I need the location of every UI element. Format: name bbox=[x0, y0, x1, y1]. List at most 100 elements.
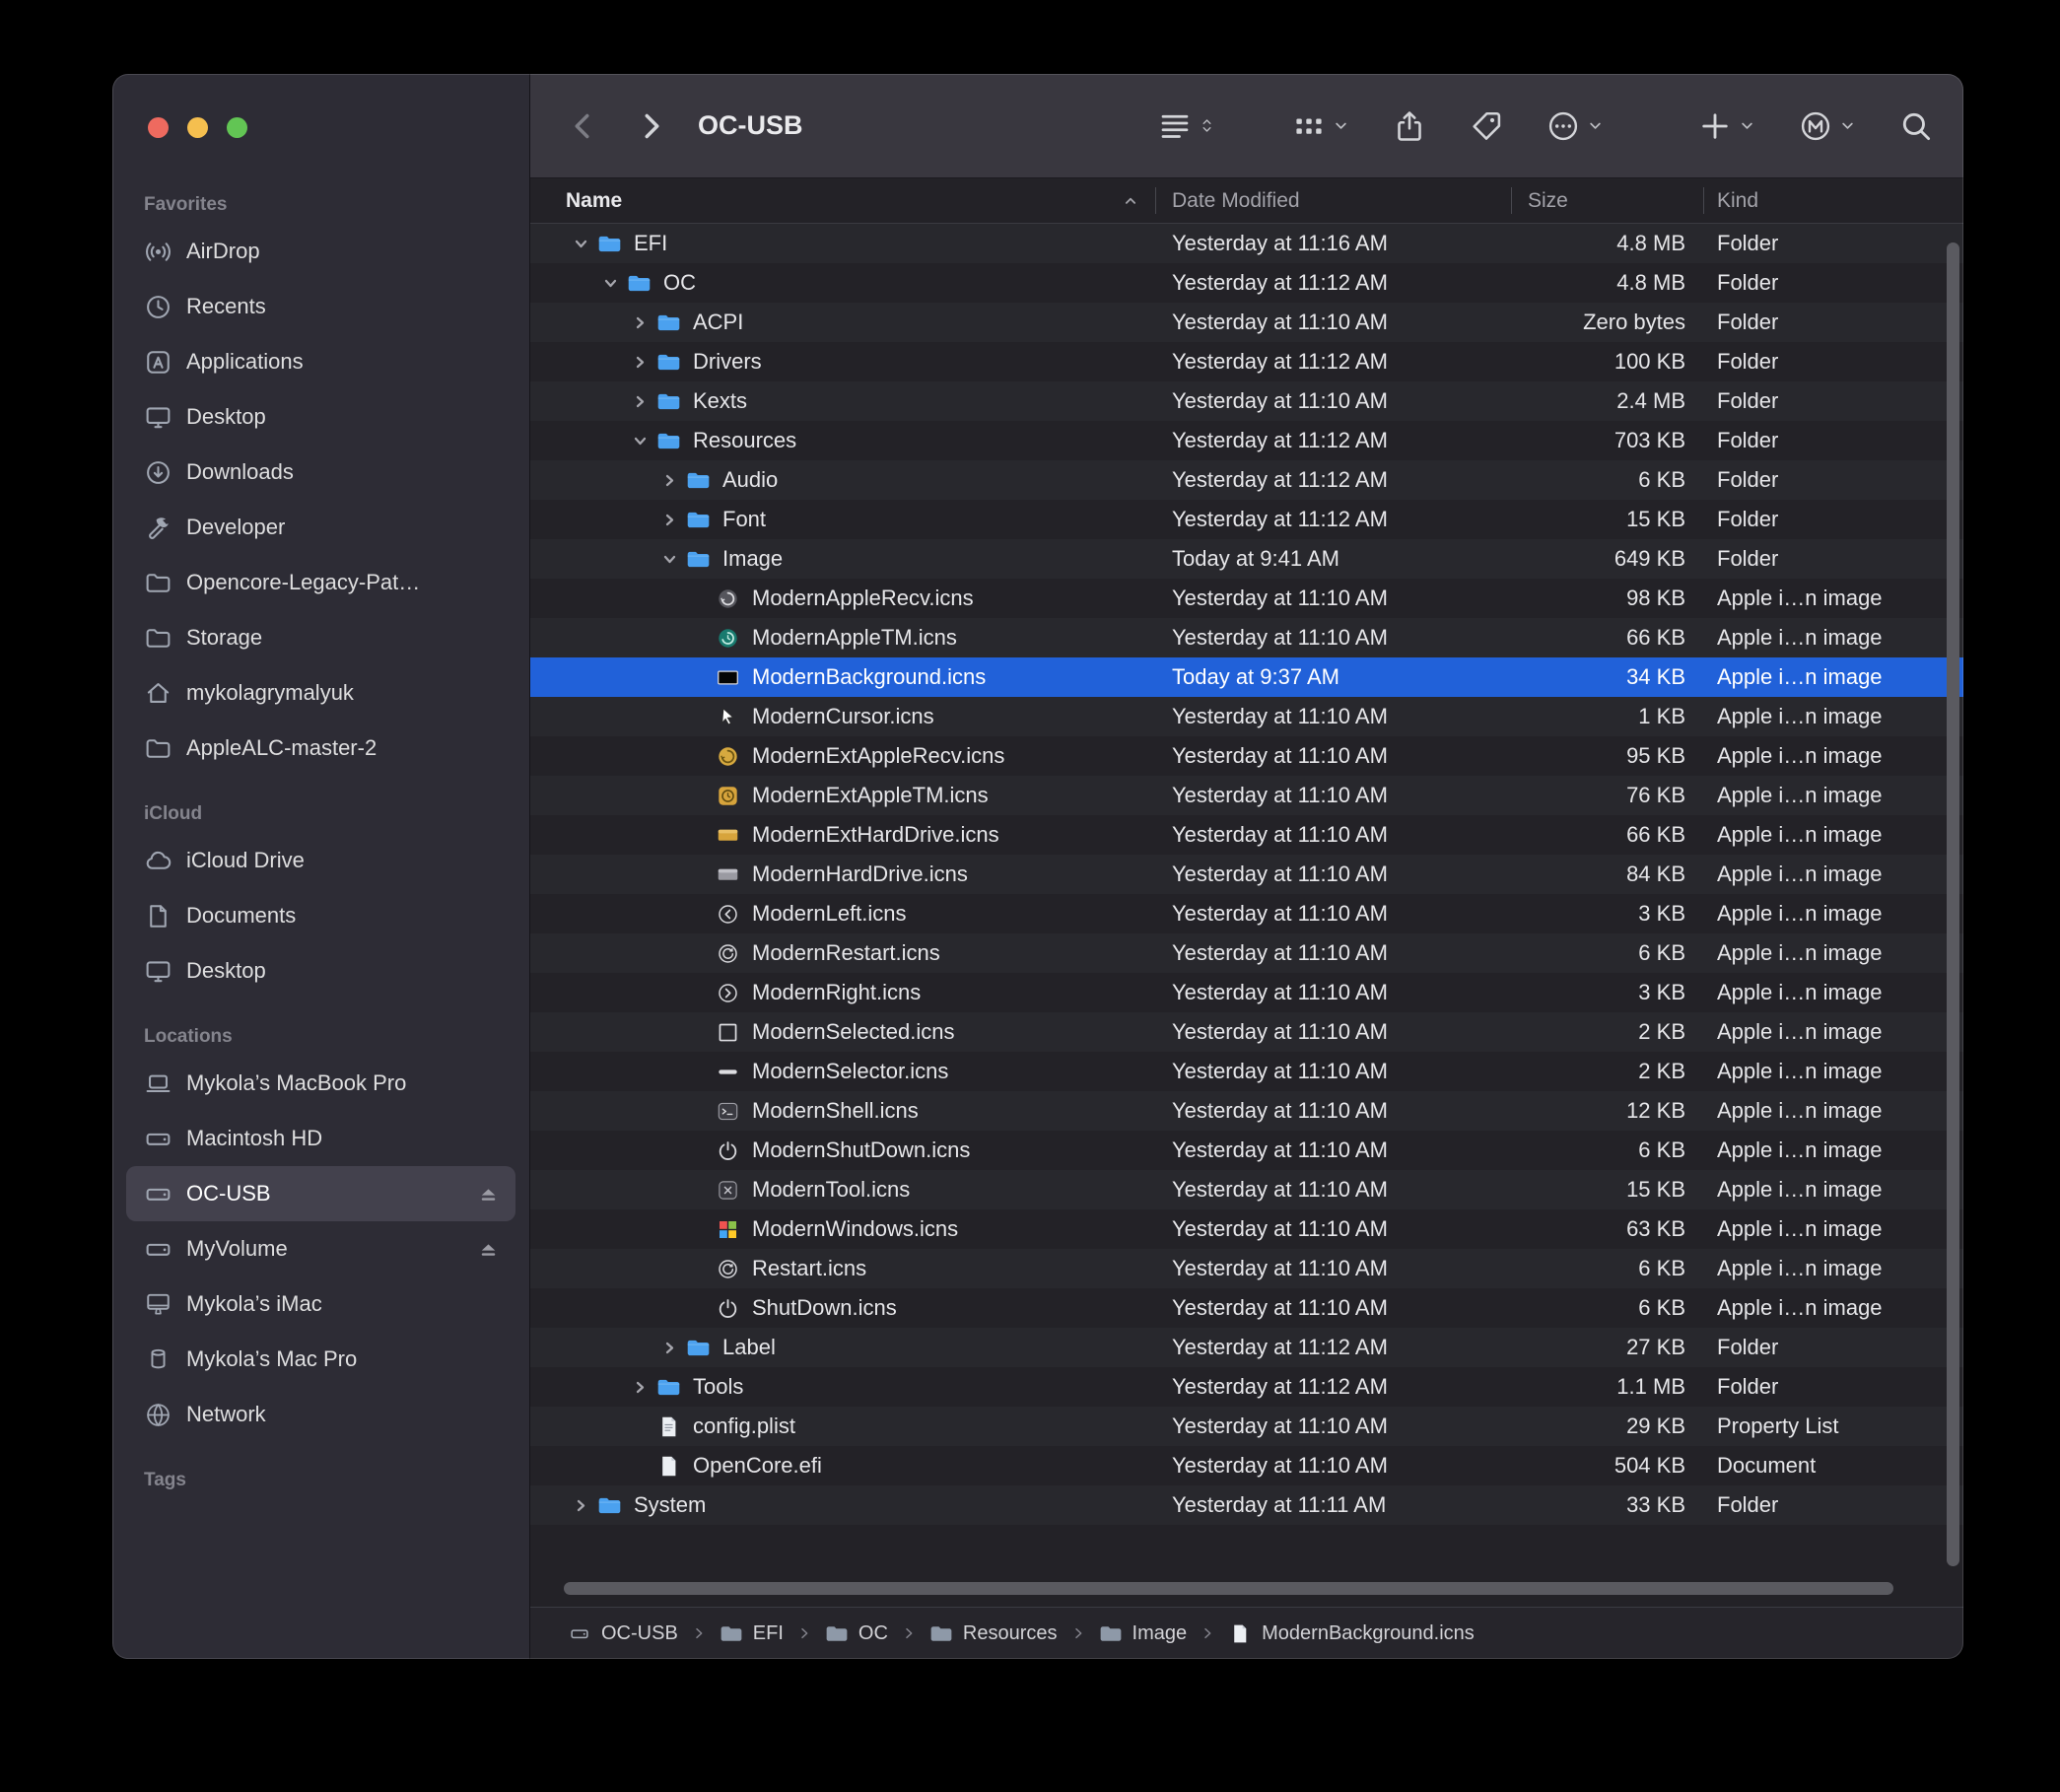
file-row-kexts[interactable]: KextsYesterday at 11:10 AM2.4 MBFolder bbox=[530, 381, 1963, 421]
column-header-kind[interactable]: Kind bbox=[1703, 178, 1963, 223]
sidebar-item-desktop[interactable]: Desktop bbox=[126, 943, 515, 999]
file-row-moderncursor-icns[interactable]: ModernCursor.icnsYesterday at 11:10 AM1 … bbox=[530, 697, 1963, 736]
file-row-font[interactable]: FontYesterday at 11:12 AM15 KBFolder bbox=[530, 500, 1963, 539]
toolbar: OC-USB bbox=[530, 74, 1963, 178]
file-row-modernselector-icns[interactable]: ModernSelector.icnsYesterday at 11:10 AM… bbox=[530, 1052, 1963, 1091]
more-actions-button[interactable] bbox=[1545, 108, 1605, 144]
horizontal-scrollbar[interactable] bbox=[564, 1582, 1893, 1595]
file-row-modernshutdown-icns[interactable]: ModernShutDown.icnsYesterday at 11:10 AM… bbox=[530, 1131, 1963, 1170]
column-header-name[interactable]: Name bbox=[530, 178, 1155, 223]
view-options-button[interactable] bbox=[1157, 108, 1216, 144]
file-row-modernright-icns[interactable]: ModernRight.icnsYesterday at 11:10 AM3 K… bbox=[530, 973, 1963, 1012]
file-row-resources[interactable]: ResourcesYesterday at 11:12 AM703 KBFold… bbox=[530, 421, 1963, 460]
disclosure-closed-icon[interactable] bbox=[654, 500, 684, 539]
sidebar-item-network[interactable]: Network bbox=[126, 1387, 515, 1442]
disclosure-closed-icon[interactable] bbox=[625, 1367, 654, 1407]
account-button[interactable] bbox=[1798, 108, 1857, 144]
file-row-modernextapplerecv-icns[interactable]: ModernExtAppleRecv.icnsYesterday at 11:1… bbox=[530, 736, 1963, 776]
search-button[interactable] bbox=[1898, 108, 1934, 144]
new-item-button[interactable] bbox=[1697, 108, 1756, 144]
file-date-modified: Yesterday at 11:10 AM bbox=[1155, 822, 1511, 848]
forward-button[interactable] bbox=[633, 108, 668, 144]
sidebar-item-macintosh-hd[interactable]: Macintosh HD bbox=[126, 1111, 515, 1166]
file-row-opencore-efi[interactable]: OpenCore.efiYesterday at 11:10 AM504 KBD… bbox=[530, 1446, 1963, 1485]
sidebar-item-storage[interactable]: Storage bbox=[126, 610, 515, 665]
sidebar-item-applealc-master-2[interactable]: AppleALC-master-2 bbox=[126, 721, 515, 776]
path-item-resources[interactable]: Resources bbox=[929, 1622, 1058, 1645]
sidebar-item-myvolume[interactable]: MyVolume bbox=[126, 1221, 515, 1276]
file-name: Image bbox=[722, 546, 783, 572]
file-row-config-plist[interactable]: config.plistYesterday at 11:10 AM29 KBPr… bbox=[530, 1407, 1963, 1446]
sidebar-item-mykola-s-macbook-pro[interactable]: Mykola’s MacBook Pro bbox=[126, 1056, 515, 1111]
close-button[interactable] bbox=[148, 117, 169, 138]
file-row-modernleft-icns[interactable]: ModernLeft.icnsYesterday at 11:10 AM3 KB… bbox=[530, 894, 1963, 933]
disclosure-open-icon[interactable] bbox=[654, 539, 684, 579]
file-row-oc[interactable]: OCYesterday at 11:12 AM4.8 MBFolder bbox=[530, 263, 1963, 303]
file-row-efi[interactable]: EFIYesterday at 11:16 AM4.8 MBFolder bbox=[530, 224, 1963, 263]
path-item-image[interactable]: Image bbox=[1099, 1622, 1188, 1645]
file-row-acpi[interactable]: ACPIYesterday at 11:10 AMZero bytesFolde… bbox=[530, 303, 1963, 342]
file-row-modernrestart-icns[interactable]: ModernRestart.icnsYesterday at 11:10 AM6… bbox=[530, 933, 1963, 973]
file-row-modernshell-icns[interactable]: ModernShell.icnsYesterday at 11:10 AM12 … bbox=[530, 1091, 1963, 1131]
sidebar-item-oc-usb[interactable]: OC-USB bbox=[126, 1166, 515, 1221]
file-row-image[interactable]: ImageToday at 9:41 AM649 KBFolder bbox=[530, 539, 1963, 579]
minimize-button[interactable] bbox=[187, 117, 208, 138]
file-row-shutdown-icns[interactable]: ShutDown.icnsYesterday at 11:10 AM6 KBAp… bbox=[530, 1288, 1963, 1328]
zoom-button[interactable] bbox=[227, 117, 247, 138]
sidebar-item-documents[interactable]: Documents bbox=[126, 888, 515, 943]
file-row-modernwindows-icns[interactable]: ModernWindows.icnsYesterday at 11:10 AM6… bbox=[530, 1209, 1963, 1249]
share-button[interactable] bbox=[1392, 108, 1427, 144]
path-item-efi[interactable]: EFI bbox=[720, 1622, 784, 1645]
vertical-scrollbar[interactable] bbox=[1947, 242, 1959, 1566]
file-row-modernharddrive-icns[interactable]: ModernHardDrive.icnsYesterday at 11:10 A… bbox=[530, 855, 1963, 894]
sidebar-item-developer[interactable]: Developer bbox=[126, 500, 515, 555]
doc-icon bbox=[654, 1453, 682, 1479]
sidebar-item-mykolagrymalyuk[interactable]: mykolagrymalyuk bbox=[126, 665, 515, 721]
sidebar-item-desktop[interactable]: Desktop bbox=[126, 389, 515, 445]
disclosure-open-icon[interactable] bbox=[566, 224, 595, 263]
group-button[interactable] bbox=[1291, 108, 1350, 144]
disclosure-closed-icon[interactable] bbox=[625, 303, 654, 342]
sidebar-item-downloads[interactable]: Downloads bbox=[126, 445, 515, 500]
file-row-drivers[interactable]: DriversYesterday at 11:12 AM100 KBFolder bbox=[530, 342, 1963, 381]
eject-icon[interactable] bbox=[475, 1181, 502, 1207]
disclosure-closed-icon[interactable] bbox=[566, 1485, 595, 1525]
column-header-size[interactable]: Size bbox=[1511, 178, 1703, 223]
path-item-oc-usb[interactable]: OC-USB bbox=[568, 1622, 678, 1645]
file-date-modified: Yesterday at 11:10 AM bbox=[1155, 1177, 1511, 1203]
sidebar-item-mykola-s-imac[interactable]: Mykola’s iMac bbox=[126, 1276, 515, 1332]
file-row-system[interactable]: SystemYesterday at 11:11 AM33 KBFolder bbox=[530, 1485, 1963, 1525]
sidebar-item-opencore-legacy-pat[interactable]: Opencore-Legacy-Pat… bbox=[126, 555, 515, 610]
file-row-modernextharddrive-icns[interactable]: ModernExtHardDrive.icnsYesterday at 11:1… bbox=[530, 815, 1963, 855]
sidebar-item-mykola-s-mac-pro[interactable]: Mykola’s Mac Pro bbox=[126, 1332, 515, 1387]
sidebar-item-airdrop[interactable]: AirDrop bbox=[126, 224, 515, 279]
file-row-modernapplerecv-icns[interactable]: ModernAppleRecv.icnsYesterday at 11:10 A… bbox=[530, 579, 1963, 618]
file-row-audio[interactable]: AudioYesterday at 11:12 AM6 KBFolder bbox=[530, 460, 1963, 500]
sidebar-item-recents[interactable]: Recents bbox=[126, 279, 515, 334]
sidebar-item-applications[interactable]: Applications bbox=[126, 334, 515, 389]
sidebar-item-icloud-drive[interactable]: iCloud Drive bbox=[126, 833, 515, 888]
eject-icon[interactable] bbox=[475, 1236, 502, 1263]
path-item-oc[interactable]: OC bbox=[825, 1622, 888, 1645]
disclosure-open-icon[interactable] bbox=[595, 263, 625, 303]
back-button[interactable] bbox=[566, 108, 601, 144]
path-item-modernbackground-icns[interactable]: ModernBackground.icns bbox=[1228, 1622, 1475, 1645]
disclosure-closed-icon[interactable] bbox=[625, 342, 654, 381]
column-header-date[interactable]: Date Modified bbox=[1155, 178, 1511, 223]
file-row-modernbackground-icns[interactable]: ModernBackground.icnsToday at 9:37 AM34 … bbox=[530, 657, 1963, 697]
file-row-modernappletm-icns[interactable]: ModernAppleTM.icnsYesterday at 11:10 AM6… bbox=[530, 618, 1963, 657]
sidebar-section-icloud: iCloudiCloud DriveDocumentsDesktop bbox=[126, 803, 515, 999]
file-row-label[interactable]: LabelYesterday at 11:12 AM27 KBFolder bbox=[530, 1328, 1963, 1367]
file-row-modernselected-icns[interactable]: ModernSelected.icnsYesterday at 11:10 AM… bbox=[530, 1012, 1963, 1052]
disclosure-closed-icon[interactable] bbox=[625, 381, 654, 421]
file-row-tools[interactable]: ToolsYesterday at 11:12 AM1.1 MBFolder bbox=[530, 1367, 1963, 1407]
disclosure-closed-icon[interactable] bbox=[654, 1328, 684, 1367]
file-size: 66 KB bbox=[1511, 822, 1703, 848]
file-row-modernextappletm-icns[interactable]: ModernExtAppleTM.icnsYesterday at 11:10 … bbox=[530, 776, 1963, 815]
disclosure-closed-icon[interactable] bbox=[654, 460, 684, 500]
disclosure-open-icon[interactable] bbox=[625, 421, 654, 460]
file-row-moderntool-icns[interactable]: ModernTool.icnsYesterday at 11:10 AM15 K… bbox=[530, 1170, 1963, 1209]
sidebar-item-label: Storage bbox=[186, 625, 502, 651]
tags-button[interactable] bbox=[1469, 108, 1504, 144]
file-row-restart-icns[interactable]: Restart.icnsYesterday at 11:10 AM6 KBApp… bbox=[530, 1249, 1963, 1288]
